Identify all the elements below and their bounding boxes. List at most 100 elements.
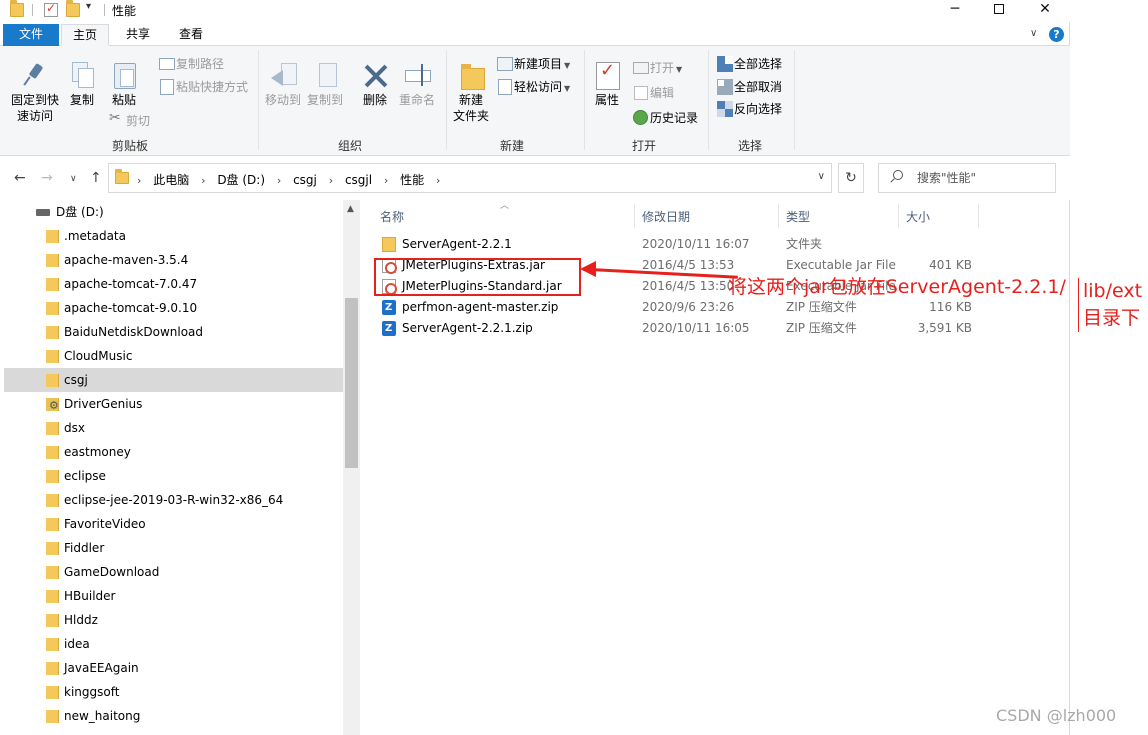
tree-item[interactable]: apache-maven-3.5.4 — [4, 248, 343, 272]
breadcrumb-item[interactable]: 性能 — [400, 173, 424, 187]
copy-to-button[interactable]: 复制到 — [306, 60, 344, 108]
tree-item-label: eclipse-jee-2019-03-R-win32-x86_64 — [64, 493, 284, 507]
tree-item-drive[interactable]: D盘 (D:) — [4, 200, 343, 224]
move-to-button[interactable]: 移动到 — [264, 60, 302, 108]
history-button[interactable]: 历史记录 — [632, 109, 698, 126]
tree-item[interactable]: JavaEEAgain — [4, 656, 343, 680]
breadcrumb-separator-icon[interactable]: › — [201, 174, 205, 187]
back-arrow-icon[interactable]: ← — [14, 170, 26, 186]
new-folder-quick-icon[interactable] — [66, 0, 80, 17]
history-label: 历史记录 — [650, 111, 699, 125]
breadcrumb-item[interactable]: 此电脑 — [153, 173, 189, 187]
navigation-scrollbar[interactable]: ▲ — [343, 200, 360, 735]
properties-quick-icon[interactable] — [44, 1, 58, 17]
new-folder-button[interactable]: 新建 文件夹 — [452, 60, 490, 124]
tree-item[interactable]: csgj — [4, 368, 343, 392]
cut-button[interactable]: 剪切 — [108, 110, 150, 129]
search-input[interactable] — [917, 169, 1047, 187]
properties-icon — [593, 60, 621, 90]
tree-item[interactable]: Hlddz — [4, 608, 343, 632]
tree-item[interactable]: .metadata — [4, 224, 343, 248]
column-divider[interactable] — [978, 204, 979, 228]
tree-item[interactable]: dsx — [4, 416, 343, 440]
breadcrumb-separator-icon[interactable]: › — [436, 174, 440, 187]
breadcrumb-separator-icon[interactable]: › — [277, 174, 281, 187]
file-row[interactable]: ServerAgent-2.2.1.zip 2020/10/11 16:05 ZIP… — [376, 318, 996, 339]
tab-view[interactable]: 查看 — [168, 24, 214, 46]
breadcrumb-item[interactable]: csgj — [293, 173, 317, 187]
folder-icon — [46, 350, 59, 363]
tree-item[interactable]: FavoriteVideo — [4, 512, 343, 536]
tree-item[interactable]: eastmoney — [4, 440, 343, 464]
breadcrumb-separator-icon[interactable]: › — [329, 174, 333, 187]
column-divider[interactable] — [778, 204, 779, 228]
tree-item[interactable]: GameDownload — [4, 560, 343, 584]
scrollbar-thumb[interactable] — [345, 298, 358, 468]
tree-item[interactable]: idea — [4, 632, 343, 656]
tree-item[interactable]: apache-tomcat-7.0.47 — [4, 272, 343, 296]
column-header-type[interactable]: 类型 — [786, 208, 810, 225]
address-bar[interactable]: › 此电脑 › D盘 (D:) › csgj › csgjl › 性能 › ∨ — [108, 163, 832, 193]
paste-label: 粘贴 — [111, 93, 136, 107]
invert-selection-button[interactable]: 反向选择 — [716, 100, 782, 117]
rename-button[interactable]: 重命名 — [398, 60, 436, 108]
breadcrumb-item[interactable]: D盘 (D:) — [217, 173, 265, 187]
refresh-button[interactable]: ↻ — [838, 163, 864, 193]
help-icon[interactable]: ? — [1049, 27, 1064, 42]
tree-item[interactable]: apache-tomcat-9.0.10 — [4, 296, 343, 320]
breadcrumb-item[interactable]: csgjl — [345, 173, 372, 187]
open-button[interactable]: 打开 ▼ — [632, 59, 682, 78]
tree-item[interactable]: eclipse-jee-2019-03-R-win32-x86_64 — [4, 488, 343, 512]
column-header-name[interactable]: 名称 — [380, 208, 404, 225]
file-row[interactable]: perfmon-agent-master.zip 2020/9/6 23:26 ZI… — [376, 297, 996, 318]
edit-button[interactable]: 编辑 — [632, 84, 674, 101]
paste-button[interactable]: 粘贴 — [106, 60, 142, 108]
address-history-chevron-icon[interactable]: ∨ — [818, 171, 825, 182]
folder-icon — [46, 230, 59, 243]
tab-file[interactable]: 文件 — [3, 24, 59, 46]
breadcrumb-separator-icon[interactable]: › — [384, 174, 388, 187]
tree-item[interactable]: CloudMusic — [4, 344, 343, 368]
customize-quick-access-chevron-icon[interactable]: ▾ — [86, 1, 91, 12]
tree-item[interactable]: eclipse — [4, 464, 343, 488]
delete-button[interactable]: 删除 — [360, 60, 390, 108]
copy-button[interactable]: 复制 — [66, 60, 98, 108]
paste-icon — [110, 60, 138, 90]
maximize-button[interactable] — [976, 0, 1022, 20]
search-box[interactable] — [878, 163, 1056, 193]
folder-icon — [46, 446, 59, 459]
tree-item[interactable]: new_haitong — [4, 704, 343, 728]
forward-arrow-icon[interactable]: → — [41, 170, 53, 186]
open-group-label: 打开 — [631, 139, 656, 153]
column-header-size[interactable]: 大小 — [906, 208, 930, 225]
breadcrumb-separator-icon[interactable]: › — [137, 174, 141, 187]
close-button[interactable]: ✕ — [1022, 0, 1068, 20]
paste-shortcut-button[interactable]: 粘贴快捷方式 — [158, 78, 248, 95]
tree-item[interactable]: Fiddler — [4, 536, 343, 560]
easy-access-button[interactable]: 轻松访问 ▼ — [496, 78, 570, 97]
up-arrow-icon[interactable]: ↑ — [90, 170, 102, 186]
tab-share[interactable]: 共享 — [115, 24, 161, 46]
column-divider[interactable] — [898, 204, 899, 228]
rename-icon — [403, 60, 431, 90]
tree-item[interactable]: kinggsoft — [4, 680, 343, 704]
recent-locations-chevron-icon[interactable]: ∨ — [70, 174, 77, 184]
select-all-button[interactable]: 全部选择 — [716, 55, 782, 72]
minimize-button[interactable]: ─ — [932, 0, 978, 20]
annotation-text: 将这两个jar包放在ServerAgent-2.2.1/ — [728, 276, 1066, 298]
select-none-button[interactable]: 全部取消 — [716, 78, 782, 95]
tab-home[interactable]: 主页 — [61, 24, 109, 46]
scroll-up-icon[interactable]: ▲ — [347, 204, 354, 214]
new-item-button[interactable]: 新建项目 ▼ — [496, 55, 570, 74]
copy-path-button[interactable]: 复制路径 — [158, 55, 224, 72]
column-divider[interactable] — [634, 204, 635, 228]
file-row[interactable]: ServerAgent-2.2.1 2020/10/11 16:07 文件夹 — [376, 234, 996, 255]
tree-item[interactable]: BaiduNetdiskDownload — [4, 320, 343, 344]
chevron-down-icon: ▼ — [564, 84, 571, 93]
properties-button[interactable]: 属性 — [592, 60, 622, 108]
column-header-date[interactable]: 修改日期 — [642, 208, 690, 225]
collapse-ribbon-chevron-icon[interactable]: ∨ — [1030, 28, 1037, 39]
tree-item[interactable]: HBuilder — [4, 584, 343, 608]
tree-item[interactable]: DriverGenius — [4, 392, 343, 418]
pin-to-quick-access-button[interactable]: 固定到快 速访问 — [8, 60, 62, 124]
